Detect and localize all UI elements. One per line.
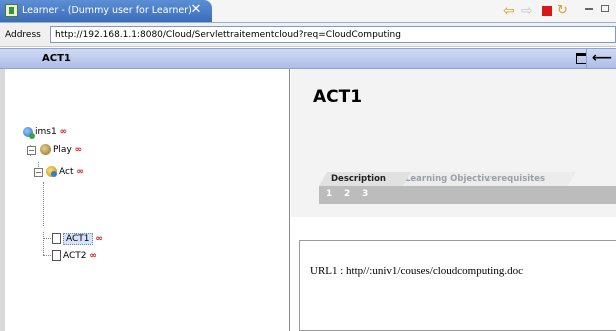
back-arrow-icon[interactable]: ⇦ bbox=[503, 3, 519, 19]
tree-connector bbox=[43, 255, 51, 256]
collapse-toggle[interactable]: − bbox=[27, 146, 36, 155]
tree-node-act[interactable]: Act ∞ bbox=[46, 165, 84, 179]
sub-item-3[interactable]: 3 bbox=[362, 189, 368, 199]
infinity-icon: ∞ bbox=[89, 251, 97, 261]
header-title: ACT1 bbox=[42, 53, 71, 64]
document-icon bbox=[52, 250, 61, 261]
app-icon bbox=[5, 4, 18, 17]
description-text: URL1 : http//:univ1/couses/cloudcomputin… bbox=[310, 265, 523, 277]
description-box: URL1 : http//:univ1/couses/cloudcomputin… bbox=[299, 240, 616, 331]
tree-node-label: ACT2 bbox=[63, 251, 87, 261]
title-bar: Learner - (Dummy user for Learner) ✕ ⇦ ⇨… bbox=[0, 0, 616, 22]
content-title: ACT1 bbox=[313, 87, 363, 107]
play-icon bbox=[40, 144, 51, 155]
infinity-icon: ∞ bbox=[95, 234, 103, 244]
tree-node-act1[interactable]: ACT1 ∞ bbox=[52, 232, 103, 246]
tree-node-label: Play bbox=[53, 145, 72, 155]
infinity-icon: ∞ bbox=[76, 167, 84, 177]
stop-icon[interactable] bbox=[542, 6, 552, 16]
document-icon bbox=[52, 233, 61, 244]
tree-node-act2[interactable]: ACT2 ∞ bbox=[52, 249, 97, 263]
page-header: ACT1 ⟵ bbox=[0, 48, 616, 69]
act-icon bbox=[46, 166, 57, 177]
address-label: Address bbox=[5, 30, 41, 40]
content-panel: ACT1 Prerequisites Learning Objectives D… bbox=[291, 69, 616, 331]
tree-node-label: ims1 bbox=[35, 127, 57, 137]
address-input[interactable]: http://192.168.1.1:8080/Cloud/Servlettra… bbox=[50, 26, 616, 43]
forward-arrow-icon[interactable]: ⇨ bbox=[521, 3, 537, 19]
browser-tab[interactable]: Learner - (Dummy user for Learner) ✕ bbox=[0, 0, 212, 22]
refresh-icon[interactable]: ↻ bbox=[557, 3, 573, 19]
tree-connector bbox=[43, 182, 44, 226]
infinity-icon: ∞ bbox=[74, 145, 83, 155]
maximize-icon[interactable] bbox=[601, 5, 609, 12]
infinity-icon: ∞ bbox=[59, 127, 68, 137]
header-divider bbox=[586, 49, 587, 68]
close-icon[interactable]: ✕ bbox=[188, 2, 204, 18]
tree-node-label: Act bbox=[59, 167, 74, 177]
collapse-arrow-icon[interactable]: ⟵ bbox=[592, 50, 612, 66]
minimize-icon[interactable] bbox=[585, 8, 593, 10]
address-bar: Address http://192.168.1.1:8080/Cloud/Se… bbox=[0, 23, 616, 47]
tree-connector bbox=[43, 232, 44, 255]
sub-item-1[interactable]: 1 bbox=[326, 189, 332, 199]
sub-item-2[interactable]: 2 bbox=[344, 189, 350, 199]
collapse-toggle[interactable]: − bbox=[34, 168, 43, 177]
tree-connector bbox=[43, 238, 51, 239]
tree-node-play[interactable]: Play ∞ bbox=[40, 143, 82, 157]
tree-node-label: ACT1 bbox=[63, 233, 93, 245]
ims-icon bbox=[23, 126, 35, 139]
sub-navigation: 1 2 3 bbox=[319, 186, 616, 204]
content-header: ACT1 Prerequisites Learning Objectives D… bbox=[291, 69, 616, 217]
tree-node-ims1[interactable]: ims1 ∞ bbox=[23, 125, 67, 139]
tree-panel: ims1 ∞ − Play ∞ − Act ∞ ACT1 ∞ ACT2 ∞ bbox=[0, 69, 290, 331]
tab-title: Learner - (Dummy user for Learner) bbox=[22, 5, 192, 16]
panel-edge bbox=[0, 69, 5, 331]
tab-description[interactable]: Description bbox=[319, 172, 411, 186]
